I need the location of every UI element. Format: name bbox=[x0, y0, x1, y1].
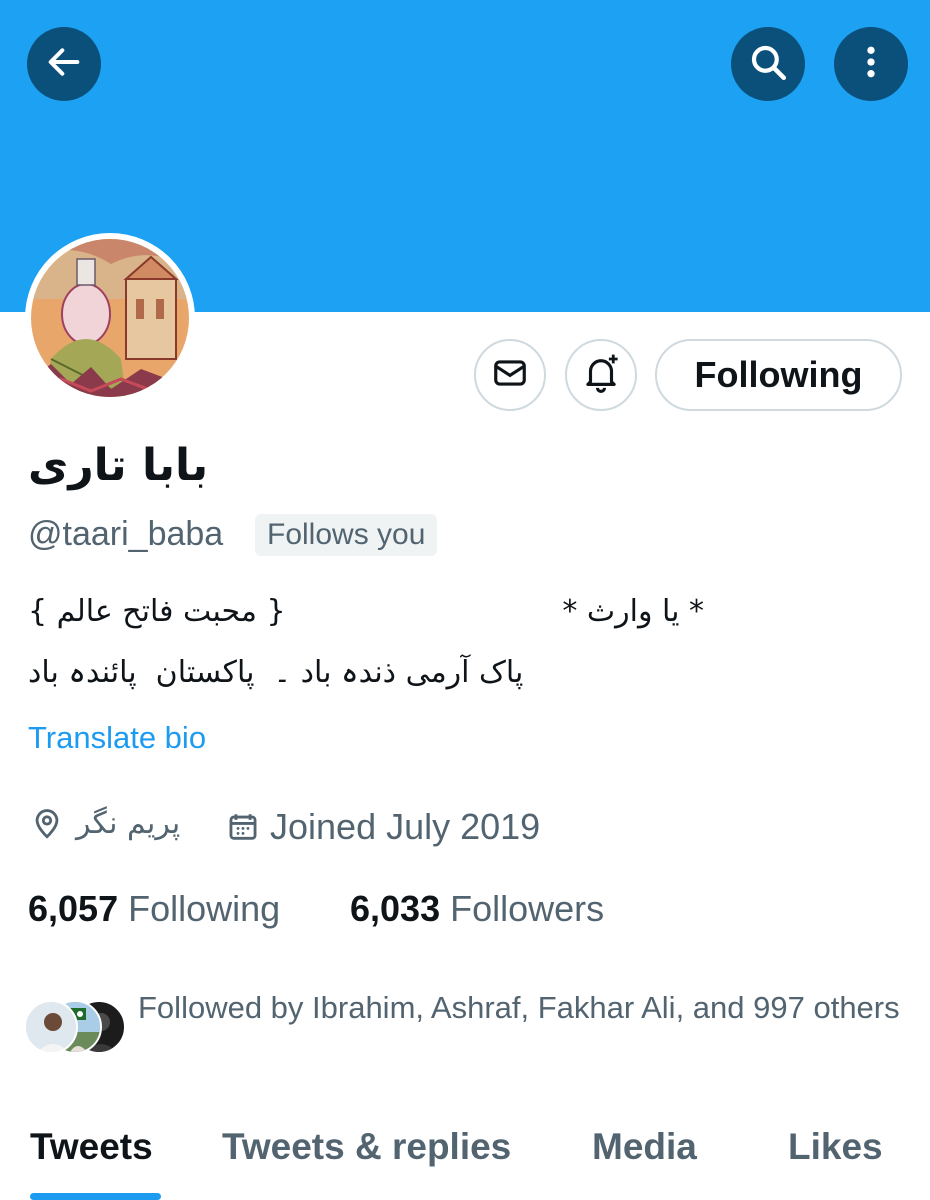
back-button[interactable] bbox=[27, 27, 101, 101]
followers-label: Followers bbox=[450, 888, 605, 929]
following-count-link[interactable]: 6,057 Following bbox=[28, 888, 280, 930]
arrow-left-icon bbox=[44, 42, 84, 87]
follows-you-badge: Follows you bbox=[255, 514, 438, 556]
following-count: 6,057 bbox=[28, 888, 119, 929]
handle: @taari_baba bbox=[28, 515, 224, 553]
tab-tweets-replies[interactable]: Tweets & replies bbox=[222, 1126, 511, 1168]
message-button[interactable] bbox=[474, 339, 546, 411]
location-pin-icon bbox=[30, 807, 64, 841]
avatar-painting bbox=[31, 239, 189, 397]
calendar-icon bbox=[226, 810, 260, 844]
search-button[interactable] bbox=[731, 27, 805, 101]
following-label: Following bbox=[128, 888, 281, 929]
profile-avatar[interactable] bbox=[25, 233, 195, 403]
bio-line-2: پاک آرمی ذندہ باد ۔ پاکستان پائندہ باد bbox=[28, 655, 524, 690]
more-button[interactable] bbox=[834, 27, 908, 101]
joined-date: Joined July 2019 bbox=[226, 806, 540, 848]
translate-bio-link[interactable]: Translate bio bbox=[28, 720, 206, 756]
follower-avatar-1 bbox=[24, 1000, 78, 1054]
location-text: پریم نگر bbox=[76, 806, 181, 841]
notify-button[interactable] bbox=[565, 339, 637, 411]
bio-line-1-right: * یا وارث * bbox=[562, 594, 704, 629]
search-icon bbox=[747, 41, 789, 88]
mail-icon bbox=[491, 354, 529, 397]
more-vertical-icon bbox=[851, 42, 891, 87]
joined-text: Joined July 2019 bbox=[270, 806, 541, 847]
display-name: بابا تاری bbox=[28, 440, 209, 491]
profile-tabs: Tweets Tweets & replies Media Likes bbox=[0, 1122, 930, 1200]
tab-media[interactable]: Media bbox=[592, 1126, 697, 1168]
location: پریم نگر bbox=[30, 806, 180, 841]
tab-tweets[interactable]: Tweets bbox=[30, 1126, 153, 1168]
followers-count-link[interactable]: 6,033 Followers bbox=[350, 888, 604, 930]
followers-count: 6,033 bbox=[350, 888, 441, 929]
bell-plus-icon bbox=[580, 352, 622, 399]
bio-line-1-left: { محبت فاتح عالم } bbox=[28, 594, 286, 629]
tab-likes[interactable]: Likes bbox=[788, 1126, 883, 1168]
following-button[interactable]: Following bbox=[655, 339, 902, 411]
followed-by-text[interactable]: Followed by Ibrahim, Ashraf, Fakhar Ali,… bbox=[138, 985, 908, 1031]
active-tab-indicator bbox=[30, 1193, 161, 1200]
